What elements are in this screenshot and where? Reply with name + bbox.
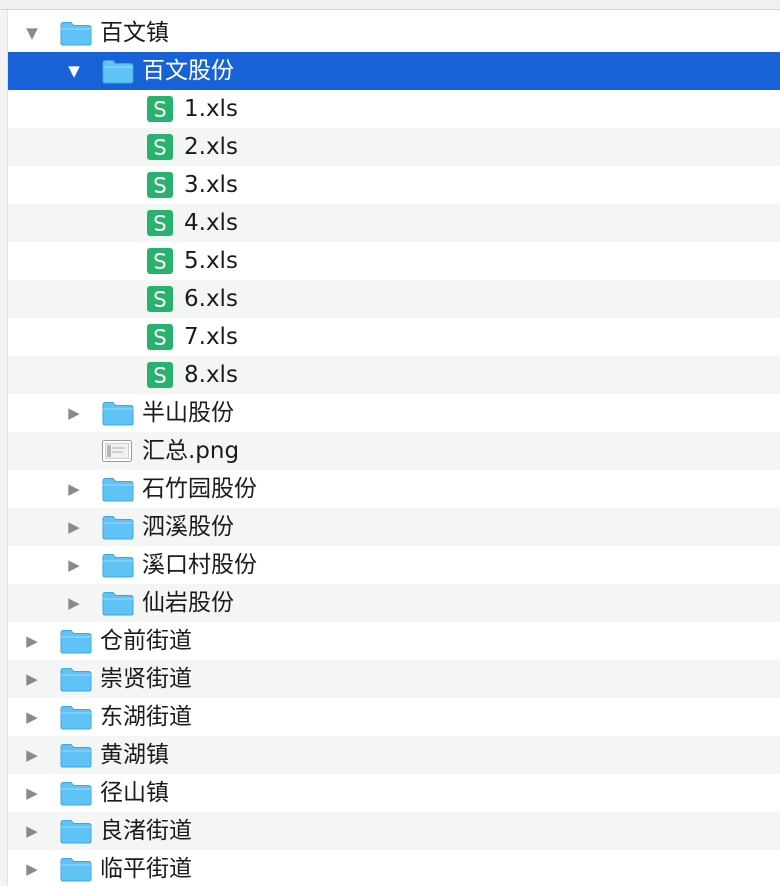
folder-icon bbox=[60, 628, 92, 654]
folder-icon bbox=[60, 818, 92, 844]
tree-row-folder[interactable]: ▶ 临平街道 bbox=[8, 850, 780, 888]
tree-item-label: 6.xls bbox=[184, 286, 238, 312]
spreadsheet-icon bbox=[146, 95, 174, 123]
tree-row-folder[interactable]: ▶ 溪口村股份 bbox=[8, 546, 780, 584]
folder-icon bbox=[102, 514, 134, 540]
folder-icon bbox=[60, 666, 92, 692]
tree-item-label: 百文镇 bbox=[100, 20, 169, 46]
tree-row-file[interactable]: 汇总.png bbox=[8, 432, 780, 470]
folder-icon bbox=[60, 742, 92, 768]
tree-item-label: 1.xls bbox=[184, 96, 238, 122]
disclosure-triangle-right-icon[interactable]: ▶ bbox=[20, 736, 44, 774]
tree-item-label: 百文股份 bbox=[142, 58, 234, 84]
spreadsheet-icon bbox=[146, 133, 174, 161]
tree-row-folder[interactable]: ▶ 石竹园股份 bbox=[8, 470, 780, 508]
disclosure-triangle-right-icon[interactable]: ▶ bbox=[62, 508, 86, 546]
tree-item-label: 7.xls bbox=[184, 324, 238, 350]
tree-item-label: 径山镇 bbox=[100, 780, 169, 806]
tree-item-label: 东湖街道 bbox=[100, 704, 192, 730]
tree-row-file[interactable]: 4.xls bbox=[8, 204, 780, 242]
folder-icon bbox=[60, 856, 92, 882]
tree-row-folder[interactable]: ▶ 崇贤街道 bbox=[8, 660, 780, 698]
folder-icon bbox=[102, 552, 134, 578]
disclosure-triangle-right-icon[interactable]: ▶ bbox=[20, 622, 44, 660]
tree-item-label: 4.xls bbox=[184, 210, 238, 236]
spreadsheet-icon bbox=[146, 285, 174, 313]
disclosure-triangle-right-icon[interactable]: ▶ bbox=[20, 698, 44, 736]
tree-row-folder[interactable]: ▼ 百文股份 bbox=[8, 52, 780, 90]
tree-item-label: 8.xls bbox=[184, 362, 238, 388]
tree-item-label: 临平街道 bbox=[100, 856, 192, 882]
left-divider bbox=[0, 10, 8, 886]
tree-item-label: 石竹园股份 bbox=[142, 476, 257, 502]
disclosure-triangle-right-icon[interactable]: ▶ bbox=[62, 394, 86, 432]
tree-row-file[interactable]: 7.xls bbox=[8, 318, 780, 356]
tree-item-label: 仙岩股份 bbox=[142, 590, 234, 616]
tree-item-label: 2.xls bbox=[184, 134, 238, 160]
tree-item-label: 5.xls bbox=[184, 248, 238, 274]
disclosure-triangle-right-icon[interactable]: ▶ bbox=[20, 660, 44, 698]
tree-row-file[interactable]: 2.xls bbox=[8, 128, 780, 166]
disclosure-triangle-down-icon[interactable]: ▼ bbox=[62, 52, 86, 90]
disclosure-triangle-right-icon[interactable]: ▶ bbox=[62, 546, 86, 584]
disclosure-triangle-down-icon[interactable]: ▼ bbox=[20, 14, 44, 52]
tree-row-folder[interactable]: ▶ 泗溪股份 bbox=[8, 508, 780, 546]
tree-row-folder[interactable]: ▼ 百文镇 bbox=[8, 14, 780, 52]
spreadsheet-icon bbox=[146, 209, 174, 237]
spreadsheet-icon bbox=[146, 171, 174, 199]
spreadsheet-icon bbox=[146, 361, 174, 389]
tree-row-folder[interactable]: ▶ 仙岩股份 bbox=[8, 584, 780, 622]
folder-icon bbox=[60, 704, 92, 730]
tree-item-label: 黄湖镇 bbox=[100, 742, 169, 768]
tree-item-label: 溪口村股份 bbox=[142, 552, 257, 578]
tree-row-file[interactable]: 5.xls bbox=[8, 242, 780, 280]
folder-icon bbox=[60, 780, 92, 806]
spreadsheet-icon bbox=[146, 323, 174, 351]
folder-icon bbox=[102, 400, 134, 426]
folder-icon bbox=[102, 58, 134, 84]
disclosure-triangle-right-icon[interactable]: ▶ bbox=[20, 812, 44, 850]
file-tree: ▼ 百文镇 ▼ 百文股份 1.xls 2.xls 3.xls 4.xls 5.xl… bbox=[8, 14, 780, 888]
tree-row-folder[interactable]: ▶ 仓前街道 bbox=[8, 622, 780, 660]
tree-row-folder[interactable]: ▶ 径山镇 bbox=[8, 774, 780, 812]
disclosure-triangle-right-icon[interactable]: ▶ bbox=[62, 584, 86, 622]
tree-row-file[interactable]: 6.xls bbox=[8, 280, 780, 318]
tree-row-folder[interactable]: ▶ 良渚街道 bbox=[8, 812, 780, 850]
tree-row-folder[interactable]: ▶ 半山股份 bbox=[8, 394, 780, 432]
tree-row-file[interactable]: 1.xls bbox=[8, 90, 780, 128]
tree-item-label: 3.xls bbox=[184, 172, 238, 198]
tree-row-folder[interactable]: ▶ 黄湖镇 bbox=[8, 736, 780, 774]
tree-item-label: 半山股份 bbox=[142, 400, 234, 426]
image-file-icon bbox=[102, 440, 132, 462]
tree-item-label: 汇总.png bbox=[142, 438, 240, 464]
tree-item-label: 泗溪股份 bbox=[142, 514, 234, 540]
tree-row-folder[interactable]: ▶ 东湖街道 bbox=[8, 698, 780, 736]
disclosure-triangle-right-icon[interactable]: ▶ bbox=[20, 774, 44, 812]
tree-item-label: 崇贤街道 bbox=[100, 666, 192, 692]
tree-row-file[interactable]: 3.xls bbox=[8, 166, 780, 204]
folder-icon bbox=[60, 20, 92, 46]
disclosure-triangle-right-icon[interactable]: ▶ bbox=[20, 850, 44, 888]
folder-icon bbox=[102, 476, 134, 502]
folder-icon bbox=[102, 590, 134, 616]
disclosure-triangle-right-icon[interactable]: ▶ bbox=[62, 470, 86, 508]
tree-item-label: 仓前街道 bbox=[100, 628, 192, 654]
header-strip bbox=[0, 0, 780, 10]
tree-item-label: 良渚街道 bbox=[100, 818, 192, 844]
tree-row-file[interactable]: 8.xls bbox=[8, 356, 780, 394]
spreadsheet-icon bbox=[146, 247, 174, 275]
